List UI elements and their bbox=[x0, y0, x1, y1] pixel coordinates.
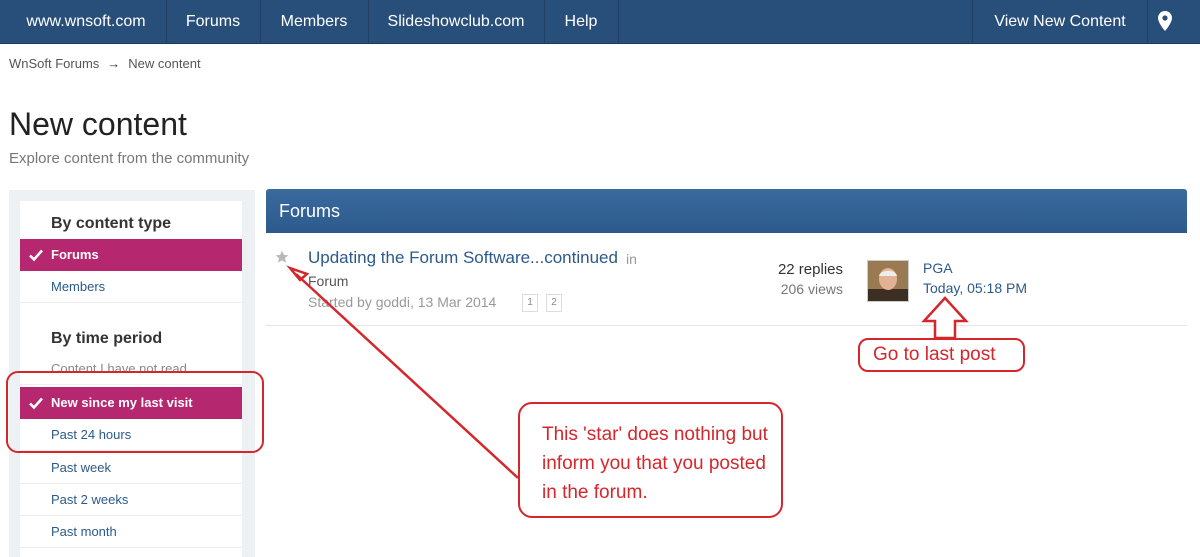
forums-section-header: Forums bbox=[266, 189, 1187, 233]
callout-text: Go to last post bbox=[873, 344, 996, 365]
sidebar-item-label: Past week bbox=[51, 460, 111, 475]
nav-forums[interactable]: Forums bbox=[166, 0, 260, 43]
page-title: New content bbox=[9, 106, 187, 142]
heading-by-time-period: By time period bbox=[51, 330, 163, 347]
sidebar-item-past-2-weeks[interactable]: Past 2 weeks bbox=[20, 484, 242, 516]
sidebar-item-members[interactable]: Members bbox=[20, 271, 242, 303]
breadcrumb-home[interactable]: WnSoft Forums bbox=[9, 56, 99, 71]
nav-wnsoft[interactable]: www.wnsoft.com bbox=[0, 0, 172, 43]
topic-title-link[interactable]: Updating the Forum Software...continued bbox=[308, 248, 618, 268]
callout-star-explanation: This 'star' does nothing but inform you … bbox=[518, 402, 783, 518]
nav-slideshowclub[interactable]: Slideshowclub.com bbox=[368, 0, 544, 43]
sidebar-item-label: Past month bbox=[51, 524, 117, 539]
sidebar-item-label: Past 2 weeks bbox=[51, 492, 129, 507]
map-pin-icon[interactable] bbox=[1158, 11, 1172, 31]
checkmark-icon bbox=[29, 249, 43, 262]
nav-separator bbox=[618, 0, 619, 43]
last-post-date-link[interactable]: Today, 05:18 PM bbox=[923, 280, 1027, 296]
callout-go-to-last-post: Go to last post bbox=[858, 338, 1025, 372]
top-navbar: www.wnsoft.com Forums Members Slideshowc… bbox=[0, 0, 1200, 44]
breadcrumb-arrow: → bbox=[107, 56, 121, 71]
avatar[interactable] bbox=[867, 260, 909, 302]
reply-count: 22 replies bbox=[777, 261, 843, 278]
view-count: 206 views bbox=[780, 281, 843, 297]
table-row bbox=[266, 233, 1187, 326]
sidebar-item-past-month[interactable]: Past month bbox=[20, 516, 242, 548]
breadcrumb: WnSoft Forums → New content bbox=[9, 56, 201, 71]
page-subtitle: Explore content from the community bbox=[9, 150, 250, 167]
highlight-ring-new-since-visit bbox=[6, 371, 264, 453]
breadcrumb-current: New content bbox=[128, 56, 201, 71]
view-new-content-link[interactable]: View New Content bbox=[972, 0, 1148, 43]
forums-header-title: Forums bbox=[279, 201, 341, 221]
topic-page-2[interactable]: 2 bbox=[546, 294, 562, 312]
topic-forum-link[interactable]: Forum bbox=[308, 273, 348, 289]
nav-help[interactable]: Help bbox=[544, 0, 618, 43]
topic-in-label: in bbox=[626, 251, 637, 267]
heading-by-content-type: By content type bbox=[51, 215, 172, 232]
star-icon bbox=[275, 250, 289, 263]
nav-separator bbox=[1147, 0, 1148, 43]
sidebar-item-past-week[interactable]: Past week bbox=[20, 452, 242, 484]
sidebar-item-forums[interactable]: Forums bbox=[20, 239, 242, 271]
avatar-image bbox=[868, 261, 908, 301]
callout-text: This 'star' does nothing but inform you … bbox=[542, 424, 768, 503]
topic-started-by: Started by goddi, 13 Mar 2014 bbox=[308, 294, 497, 310]
last-poster-link[interactable]: PGA bbox=[923, 260, 953, 276]
sidebar-item-label: Members bbox=[51, 279, 106, 294]
nav-members[interactable]: Members bbox=[260, 0, 368, 43]
topic-page-1[interactable]: 1 bbox=[522, 294, 538, 312]
sidebar-item-label: Forums bbox=[51, 247, 99, 262]
